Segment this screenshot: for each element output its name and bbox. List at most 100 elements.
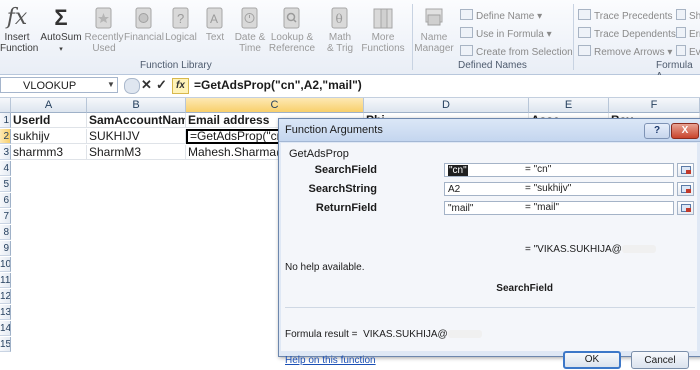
insert-function-button[interactable]: fx Insert Function xyxy=(0,2,38,55)
trace-precedents-icon xyxy=(578,9,591,20)
evaluate-icon xyxy=(676,45,686,56)
show-formulas-button[interactable]: Sh xyxy=(676,9,700,22)
cell-a3[interactable]: sharmm3 xyxy=(11,145,87,160)
formula-bar-resize-handle[interactable] xyxy=(124,78,140,94)
error-check-icon xyxy=(676,27,686,38)
cell-c3[interactable]: Mahesh.Sharma@ xyxy=(186,145,280,160)
row-header[interactable]: 5 xyxy=(0,177,11,192)
column-header-d[interactable]: D xyxy=(364,98,529,113)
row-header[interactable]: 10 xyxy=(0,257,11,272)
row-header[interactable]: 9 xyxy=(0,241,11,256)
more-functions-button[interactable]: More Functions xyxy=(360,2,406,54)
name-manager-button[interactable]: Name Manager xyxy=(414,2,454,54)
book-question-icon: ? xyxy=(172,7,189,29)
searchfield-input[interactable]: "cn" xyxy=(444,163,674,177)
book-coin-icon xyxy=(135,7,152,29)
table-icon xyxy=(460,45,473,56)
dialog-title: Function Arguments xyxy=(285,124,383,136)
collapse-dialog-icon[interactable] xyxy=(677,163,694,177)
trace-dependents-button[interactable]: Trace Dependents xyxy=(578,27,676,40)
row-header[interactable]: 1 xyxy=(0,113,11,128)
evaluate-formula-button[interactable]: Ev xyxy=(676,45,700,58)
row-header[interactable]: 8 xyxy=(0,225,11,240)
searchfield-result: = "cn" xyxy=(525,164,552,175)
arg-label-returnfield: ReturnField xyxy=(315,202,377,214)
dialog-title-bar[interactable]: Function Arguments ? X xyxy=(279,119,700,142)
svg-text:A: A xyxy=(210,12,218,26)
arg-label-searchstring: SearchString xyxy=(308,183,377,195)
cancel-entry-icon[interactable]: ✕ xyxy=(141,77,152,93)
row-header[interactable]: 2 xyxy=(0,129,11,144)
insert-function-fx-icon[interactable]: fx xyxy=(172,78,189,94)
row-header[interactable]: 7 xyxy=(0,209,11,224)
column-header-f[interactable]: F xyxy=(609,98,700,113)
cell-b2[interactable]: SUKHIJV xyxy=(87,129,186,144)
row-header[interactable]: 13 xyxy=(0,305,11,320)
remove-arrows-button[interactable]: Remove Arrows ▾ xyxy=(578,45,672,58)
trace-precedents-button[interactable]: Trace Precedents xyxy=(578,9,673,22)
searchfield-value: "cn" xyxy=(448,165,468,176)
row-header[interactable]: 15 xyxy=(0,337,11,352)
row-header[interactable]: 3 xyxy=(0,145,11,160)
help-on-this-function-link[interactable]: Help on this function xyxy=(285,355,376,366)
row-header[interactable]: 12 xyxy=(0,289,11,304)
math-trig-button[interactable]: θ Math & Trig xyxy=(320,2,360,54)
column-header-b[interactable]: B xyxy=(87,98,186,113)
svg-text:?: ? xyxy=(177,11,184,26)
group-separator xyxy=(412,4,413,70)
cell-b3[interactable]: SharmM3 xyxy=(87,145,186,160)
text-functions-button[interactable]: A Text xyxy=(200,2,230,43)
formula-result: Formula result = VIKAS.SUKHIJA@ xyxy=(285,329,482,340)
help-text: No help available. xyxy=(285,262,365,273)
name-box[interactable]: VLOOKUP xyxy=(0,77,118,93)
dialog-body: GetAdsProp SearchField "cn" = "cn" Searc… xyxy=(281,143,697,369)
column-header-a[interactable]: A xyxy=(11,98,87,113)
cell-c2-active[interactable]: =GetAdsProp("cn",A xyxy=(186,129,280,144)
row-header[interactable]: 6 xyxy=(0,193,11,208)
help-button[interactable]: ? xyxy=(644,123,670,139)
arg-label-searchfield: SearchField xyxy=(314,164,377,176)
book-star-icon xyxy=(95,7,112,29)
ok-button[interactable]: OK xyxy=(563,351,621,369)
formula-input[interactable]: =GetAdsProp("cn",A2,"mail") xyxy=(194,78,362,92)
create-from-selection-button[interactable]: Create from Selection xyxy=(460,45,573,58)
row-header[interactable]: 4 xyxy=(0,161,11,176)
use-in-formula-button[interactable]: Use in Formula ▾ xyxy=(460,27,552,40)
cell-a2[interactable]: sukhijv xyxy=(11,129,87,144)
redacted-text xyxy=(447,330,482,339)
function-name: GetAdsProp xyxy=(289,148,349,160)
lookup-reference-button[interactable]: Lookup & Reference xyxy=(268,2,316,54)
autosum-button[interactable]: Σ AutoSum ▾ xyxy=(40,2,82,55)
tag-icon xyxy=(460,9,473,20)
column-header-e[interactable]: E xyxy=(529,98,609,113)
name-manager-icon xyxy=(425,8,443,26)
close-button[interactable]: X xyxy=(671,123,699,139)
books-icon xyxy=(373,8,393,29)
collapse-dialog-icon[interactable] xyxy=(677,182,694,196)
redacted-text xyxy=(621,245,656,254)
chevron-down-icon[interactable]: ▼ xyxy=(107,77,115,93)
returnfield-result: = "mail" xyxy=(525,202,560,213)
collapse-dialog-icon[interactable] xyxy=(677,201,694,215)
trace-dependents-icon xyxy=(578,27,591,38)
financial-button[interactable]: Financial xyxy=(124,2,164,43)
select-all-corner[interactable] xyxy=(0,98,11,113)
row-header[interactable]: 14 xyxy=(0,321,11,336)
fx-small-icon xyxy=(460,27,473,38)
show-formulas-icon xyxy=(676,9,686,20)
cell-b1[interactable]: SamAccountName xyxy=(87,113,186,128)
column-header-c[interactable]: C xyxy=(186,98,364,113)
row-header[interactable]: 11 xyxy=(0,273,11,288)
date-time-button[interactable]: Date & Time xyxy=(232,2,268,54)
error-checking-button[interactable]: Err xyxy=(676,27,700,40)
enter-checkmark-icon[interactable]: ✓ xyxy=(156,77,167,93)
book-magnifier-icon xyxy=(283,7,300,29)
group-separator xyxy=(573,4,574,70)
cell-a1[interactable]: UserId xyxy=(11,113,87,128)
recently-used-button[interactable]: Recently Used xyxy=(84,2,124,54)
define-name-button[interactable]: Define Name ▾ xyxy=(460,9,542,22)
logical-button[interactable]: ? Logical xyxy=(164,2,198,43)
cancel-button[interactable]: Cancel xyxy=(631,351,689,369)
book-text-icon: A xyxy=(206,7,223,29)
book-clock-icon xyxy=(241,7,258,29)
